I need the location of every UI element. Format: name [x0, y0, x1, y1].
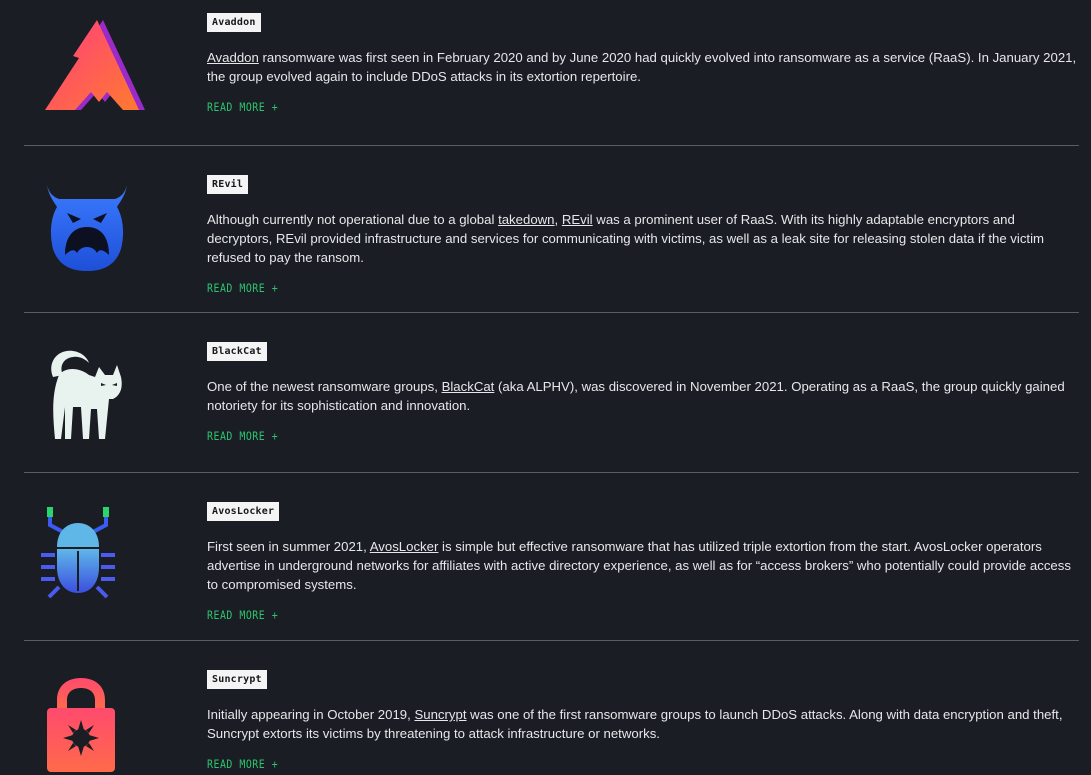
revil-link[interactable]: REvil — [562, 212, 593, 227]
blackcat-cat-icon — [18, 347, 148, 441]
entry-blackcat: BlackCat One of the newest ransomware gr… — [24, 313, 1079, 472]
read-more-link[interactable]: READ MORE + — [207, 281, 278, 295]
desc-text: First seen in summer 2021, — [207, 539, 370, 554]
desc-text: Initially appearing in October 2019, — [207, 707, 415, 722]
read-more-link[interactable]: READ MORE + — [207, 429, 278, 443]
entry-tag: REvil — [207, 175, 249, 194]
read-more-link[interactable]: READ MORE + — [207, 608, 278, 622]
revil-demon-icon — [22, 183, 152, 271]
desc-text: One of the newest ransomware groups, — [207, 379, 442, 394]
avaddon-logo-icon — [30, 18, 160, 113]
desc-text: ransomware was first seen in February 20… — [207, 50, 1077, 84]
entry-tag: BlackCat — [207, 342, 267, 361]
entry-description: One of the newest ransomware groups, Bla… — [207, 377, 1079, 415]
takedown-link[interactable]: takedown — [498, 212, 554, 227]
entry-avoslocker: AvosLocker First seen in summer 2021, Av… — [24, 473, 1079, 640]
avoslocker-bug-icon — [16, 507, 146, 603]
entry-description: Initially appearing in October 2019, Sun… — [207, 705, 1079, 743]
entry-description: Although currently not operational due t… — [207, 210, 1079, 267]
entry-tag: Avaddon — [207, 13, 261, 32]
entry-tag: AvosLocker — [207, 502, 280, 521]
desc-text: , — [554, 212, 562, 227]
avaddon-link[interactable]: Avaddon — [207, 50, 259, 65]
read-more-link[interactable]: READ MORE + — [207, 100, 278, 114]
entry-revil: REvil Although currently not operational… — [24, 146, 1079, 312]
entry-avaddon: Avaddon Avaddon ransomware was first see… — [24, 0, 1079, 145]
entry-description: First seen in summer 2021, AvosLocker is… — [207, 537, 1079, 594]
entry-suncrypt: Suncrypt Initially appearing in October … — [24, 641, 1079, 775]
suncrypt-lock-icon — [16, 676, 146, 774]
avoslocker-link[interactable]: AvosLocker — [370, 539, 439, 554]
suncrypt-link[interactable]: Suncrypt — [414, 707, 466, 722]
read-more-link[interactable]: READ MORE + — [207, 757, 278, 771]
entry-description: Avaddon ransomware was first seen in Feb… — [207, 48, 1079, 86]
entry-tag: Suncrypt — [207, 670, 267, 689]
desc-text: Although currently not operational due t… — [207, 212, 499, 227]
blackcat-link[interactable]: BlackCat — [442, 379, 495, 394]
